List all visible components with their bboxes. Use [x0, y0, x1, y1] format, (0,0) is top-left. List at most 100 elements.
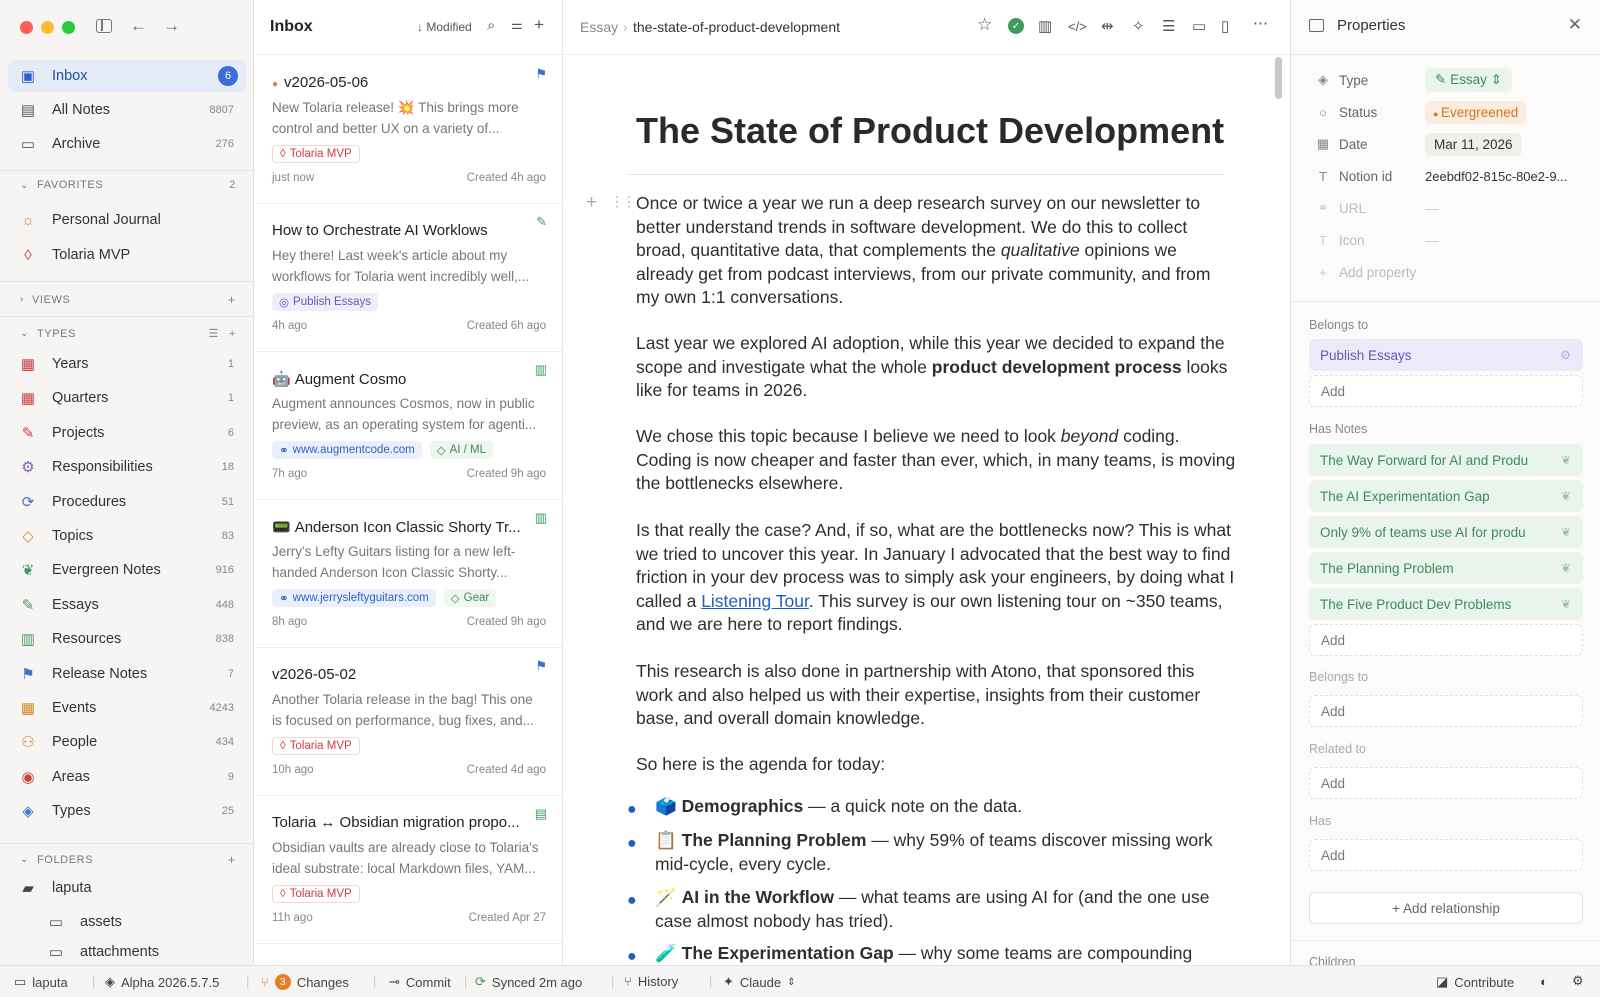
- code-icon[interactable]: </>: [1068, 19, 1087, 34]
- paragraph[interactable]: We chose this topic because I believe we…: [636, 425, 1236, 496]
- add-belongs-to-button[interactable]: Add: [1309, 375, 1583, 407]
- vault-selector[interactable]: ▭ laputa: [14, 974, 68, 990]
- date-value[interactable]: Mar 11, 2026: [1425, 132, 1522, 156]
- folder-icon[interactable]: ▭: [1192, 17, 1206, 35]
- note-card[interactable]: ▤ Tolaria ↔ Obsidian migration propo... Ob…: [255, 796, 562, 944]
- property-type[interactable]: ◈ Type ✎ Essay ⇕: [1315, 67, 1585, 93]
- sidebar-type-release-notes[interactable]: ⚑ Release Notes 7: [8, 658, 246, 690]
- add-property-button[interactable]: + Add property: [1315, 259, 1585, 285]
- sort-modified-button[interactable]: ↓ Modified: [417, 20, 472, 34]
- agenda-list-item[interactable]: ● 📋 The Planning Problem — why 59% of tea…: [627, 829, 1215, 876]
- note-tag[interactable]: ⚭ www.augmentcode.com: [272, 441, 422, 459]
- clipboard-icon[interactable]: ▯: [1221, 17, 1229, 35]
- status-badge[interactable]: ● Evergreened: [1425, 100, 1527, 124]
- sidebar-type-areas[interactable]: ◉ Areas 9: [8, 761, 246, 793]
- types-section-header[interactable]: ⌄ TYPES ☰ +: [20, 327, 236, 341]
- url-value[interactable]: —: [1425, 201, 1439, 216]
- property-icon[interactable]: T Icon —: [1315, 227, 1585, 253]
- drag-handle-icon[interactable]: ⋮⋮: [610, 193, 636, 210]
- paragraph[interactable]: This research is also done in partnershi…: [636, 660, 1236, 731]
- relation-note[interactable]: The AI Experimentation Gap ❦: [1309, 480, 1583, 512]
- sidebar-item-inbox[interactable]: ▣ Inbox 6: [8, 60, 246, 92]
- favorites-section-header[interactable]: ⌄ FAVORITES 2: [20, 179, 236, 191]
- note-tag[interactable]: ◇ Gear: [443, 589, 497, 607]
- sidebar-type-topics[interactable]: ◇ Topics 83: [8, 520, 246, 552]
- zoom-window-button[interactable]: [62, 21, 75, 34]
- history-button[interactable]: ⑂ History: [624, 974, 678, 989]
- property-notion-id[interactable]: T Notion id 2eebdf02-815c-80e2-9...: [1315, 163, 1585, 189]
- folder-attachments[interactable]: ▭ attachments: [36, 940, 246, 964]
- sidebar-type-resources[interactable]: ▥ Resources 838: [8, 623, 246, 655]
- sidebar-type-years[interactable]: ▦ Years 1: [8, 348, 246, 380]
- note-tag[interactable]: ◊ Tolaria MVP: [272, 885, 360, 903]
- sidebar-type-evergreen-notes[interactable]: ❦ Evergreen Notes 916: [8, 554, 246, 586]
- forward-arrow-icon[interactable]: →: [163, 16, 180, 36]
- version-label[interactable]: ◈ Alpha 2026.5.7.5: [105, 974, 219, 990]
- notion-id-value[interactable]: 2eebdf02-815c-80e2-9...: [1425, 169, 1567, 184]
- folder-laputa[interactable]: ▰ laputa: [8, 872, 246, 904]
- toggle-sidebar-icon[interactable]: [96, 19, 112, 33]
- agenda-list-item[interactable]: ● 🗳️ Demographics — a quick note on the d…: [627, 795, 1215, 819]
- add-block-icon[interactable]: +: [586, 192, 597, 214]
- split-icon[interactable]: ⇹: [1101, 17, 1114, 35]
- note-tag[interactable]: ◊ Tolaria MVP: [272, 145, 360, 163]
- add-has-button[interactable]: Add: [1309, 839, 1583, 871]
- add-relationship-button[interactable]: + Add relationship: [1309, 892, 1583, 924]
- property-url[interactable]: ⚭ URL —: [1315, 195, 1585, 221]
- note-tag[interactable]: ◎ Publish Essays: [272, 293, 379, 311]
- paragraph[interactable]: Once or twice a year we run a deep resea…: [636, 192, 1236, 310]
- sidebar-item-archive[interactable]: ▭ Archive 276: [8, 128, 246, 160]
- type-select[interactable]: ✎ Essay ⇕: [1425, 68, 1512, 92]
- favorite-tolaria-mvp[interactable]: ◊ Tolaria MVP: [8, 239, 246, 271]
- add-folder-icon[interactable]: +: [228, 852, 236, 867]
- relation-note[interactable]: The Planning Problem ❦: [1309, 552, 1583, 584]
- add-related-to-button[interactable]: Add: [1309, 767, 1583, 799]
- sidebar-type-events[interactable]: ▦ Events 4243: [8, 692, 246, 724]
- list-icon[interactable]: ☰: [1162, 17, 1175, 35]
- paragraph[interactable]: So here is the agenda for today:: [636, 753, 1236, 777]
- note-card[interactable]: ✎ How to Orchestrate AI Worklows Hey there…: [255, 204, 562, 352]
- page-title[interactable]: The State of Product Development: [636, 110, 1224, 152]
- note-tag[interactable]: ◇ AI / ML: [429, 441, 494, 459]
- add-belongs-to-button[interactable]: Add: [1309, 695, 1583, 727]
- icon-value[interactable]: —: [1425, 233, 1439, 248]
- listening-tour-link[interactable]: Listening Tour: [701, 591, 809, 611]
- contribute-button[interactable]: ◪ Contribute: [1436, 974, 1514, 990]
- relation-note[interactable]: The Five Product Dev Problems ❦: [1309, 588, 1583, 620]
- close-window-button[interactable]: [20, 21, 33, 34]
- favorite-personal-journal[interactable]: ☼ Personal Journal: [8, 204, 246, 236]
- note-card[interactable]: ▥ 📟 Anderson Icon Classic Shorty Tr... Jerr…: [255, 500, 562, 648]
- add-type-icon[interactable]: +: [229, 328, 236, 340]
- sync-status[interactable]: ⟳ Synced 2m ago: [475, 974, 582, 990]
- note-card[interactable]: ⚑ ● v2026-05-06 New Tolaria release! 💥 This…: [255, 56, 562, 204]
- agenda-list-item[interactable]: ● 🧪 The Experimentation Gap — why some te…: [627, 942, 1215, 965]
- search-icon[interactable]: ⌕: [487, 17, 495, 34]
- star-icon[interactable]: ☆: [977, 15, 992, 35]
- sparkle-icon[interactable]: ✧: [1132, 17, 1145, 35]
- breadcrumb-type[interactable]: Essay: [580, 19, 618, 35]
- note-tag[interactable]: ⚭ www.jerrysleftyguitars.com: [272, 589, 436, 607]
- agenda-list-item[interactable]: ● 🪄 AI in the Workflow — what teams are u…: [627, 886, 1215, 933]
- add-view-icon[interactable]: +: [228, 292, 236, 307]
- views-section-header[interactable]: › VIEWS +: [20, 292, 236, 307]
- sidebar-item-all-notes[interactable]: ▤ All Notes 8807: [8, 94, 246, 126]
- commit-button[interactable]: ⊸ Commit: [389, 974, 451, 990]
- sidebar-type-essays[interactable]: ✎ Essays 448: [8, 589, 246, 621]
- note-card[interactable]: ▥ 🤖 Augment Cosmo Augment announces Cosmos,…: [255, 352, 562, 500]
- sidebar-type-procedures[interactable]: ⟳ Procedures 51: [8, 486, 246, 518]
- sidebar-type-quarters[interactable]: ▦ Quarters 1: [8, 382, 246, 414]
- sort-types-icon[interactable]: ☰: [209, 327, 219, 340]
- sidebar-type-responsibilities[interactable]: ⚙ Responsibilities 18: [8, 451, 246, 483]
- filter-icon[interactable]: ⚌: [511, 17, 523, 33]
- folder-assets[interactable]: ▭ assets: [36, 906, 246, 938]
- gear-icon[interactable]: ⚙: [1560, 348, 1571, 362]
- editor-scrollbar[interactable]: [1275, 57, 1282, 99]
- sidebar-type-types[interactable]: ◈ Types 25: [8, 795, 246, 827]
- note-card[interactable]: ⚑ v2026-05-02 Another Tolaria release in t…: [255, 648, 562, 796]
- sidebar-type-projects[interactable]: ✎ Projects 6: [8, 417, 246, 449]
- relation-note[interactable]: Only 9% of teams use AI for produ ❦: [1309, 516, 1583, 548]
- new-note-icon[interactable]: +: [534, 15, 544, 35]
- paragraph[interactable]: Last year we explored AI adoption, while…: [636, 332, 1236, 403]
- relation-note[interactable]: The Way Forward for AI and Produ ❦: [1309, 444, 1583, 476]
- relation-publish-essays[interactable]: Publish Essays ⚙: [1309, 339, 1583, 371]
